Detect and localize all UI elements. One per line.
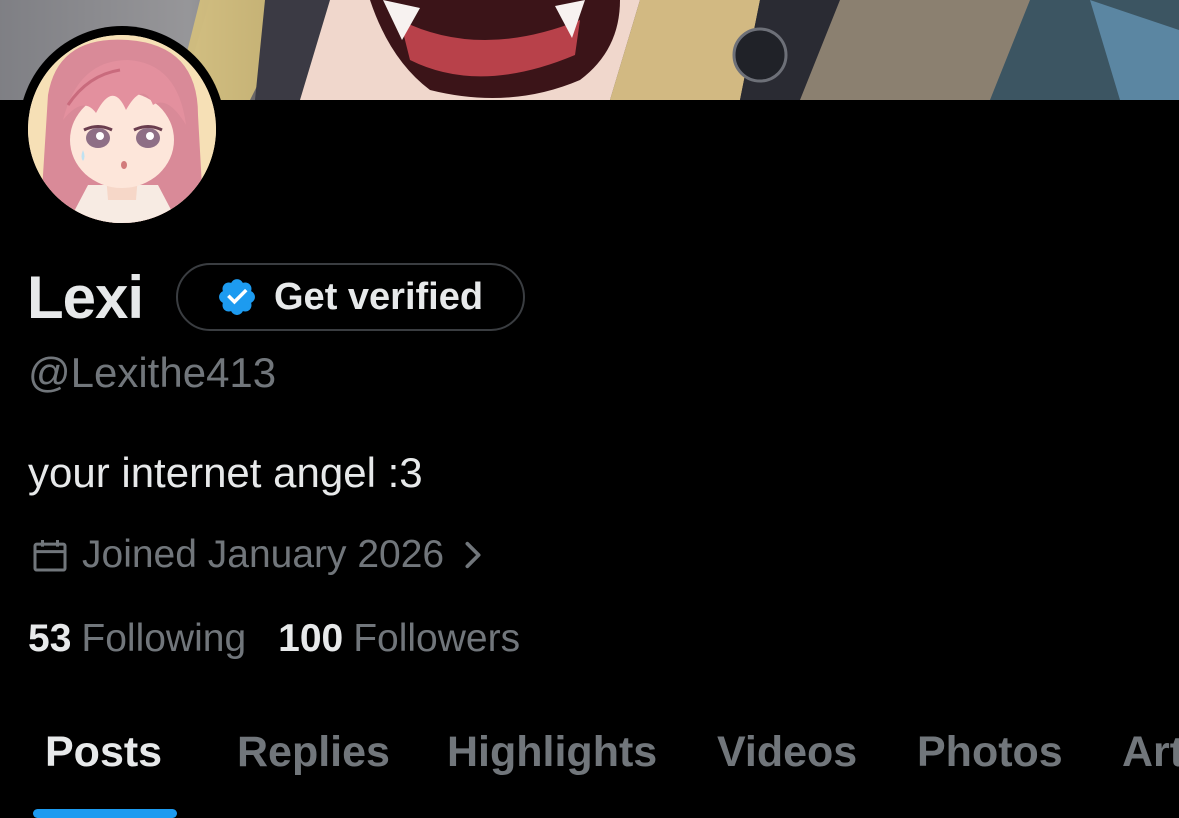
followers-count: 100 (278, 617, 344, 660)
following-link[interactable]: 53 Following (28, 614, 246, 664)
calendar-icon (33, 540, 67, 572)
following-count: 53 (28, 617, 72, 660)
avatar-image (28, 35, 216, 223)
get-verified-label: Get verified (274, 275, 484, 318)
active-tab-indicator (33, 809, 177, 818)
profile-bio: your internet angel :3 (28, 449, 423, 496)
tab-videos[interactable]: Videos (717, 726, 857, 778)
following-label: Following (81, 617, 247, 660)
tab-replies[interactable]: Replies (237, 726, 390, 778)
tab-highlights[interactable]: Highlights (447, 726, 657, 778)
tab-photos[interactable]: Photos (917, 726, 1063, 778)
followers-link[interactable]: 100 Followers (278, 614, 520, 664)
profile-tabs: Posts Replies Highlights Videos Photos A… (0, 712, 1179, 818)
joined-date-link[interactable]: Joined January 2026 (30, 530, 486, 580)
tab-posts[interactable]: Posts (45, 726, 162, 778)
get-verified-button[interactable]: Get verified (176, 263, 525, 331)
joined-date-text: Joined January 2026 (82, 533, 445, 576)
follow-stats: 53 Following 100 Followers (28, 614, 520, 664)
followers-label: Followers (353, 617, 521, 660)
display-name: Lexi (27, 264, 144, 331)
username-handle: @Lexithe413 (28, 349, 277, 396)
avatar[interactable] (19, 26, 225, 232)
tab-articles[interactable]: Articles (1122, 726, 1179, 778)
verified-badge-icon (219, 279, 255, 315)
chevron-right-icon (465, 541, 481, 569)
